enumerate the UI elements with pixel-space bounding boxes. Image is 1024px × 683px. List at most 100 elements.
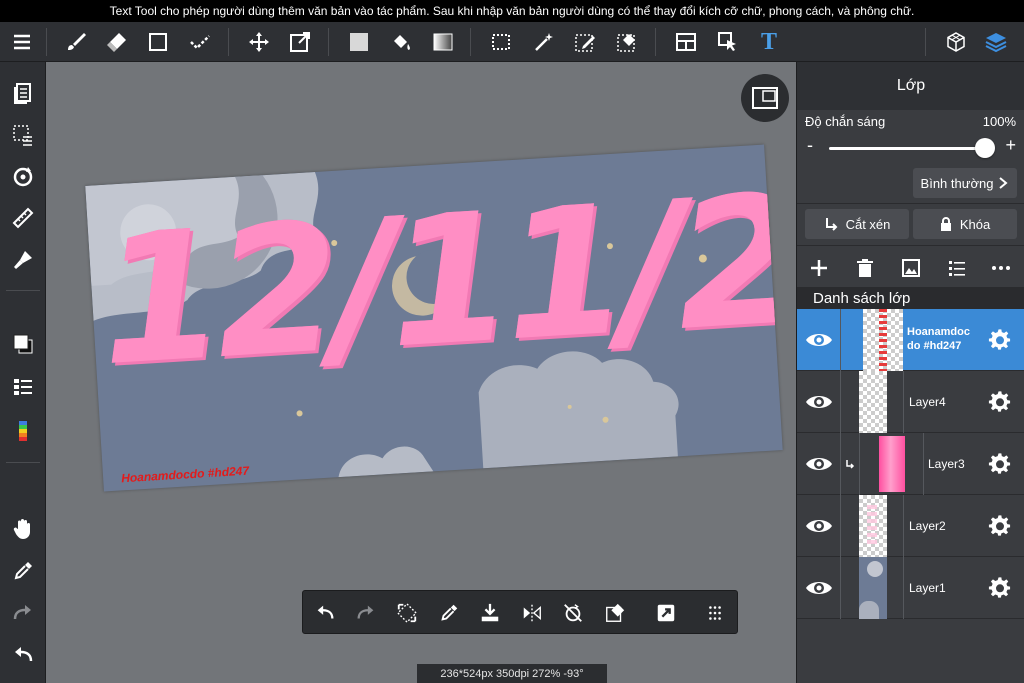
add-layer-button[interactable]: [805, 254, 833, 282]
layer-divider: [840, 309, 841, 371]
move-tool-button[interactable]: [243, 26, 275, 58]
artwork-canvas[interactable]: 12/11/2021 Hoanamdocdo #hd247: [85, 144, 783, 492]
text-tool-icon: T: [760, 29, 777, 55]
pages-button[interactable]: [6, 76, 40, 110]
navigator-icon: [752, 87, 778, 109]
color-palette-button[interactable]: [6, 414, 40, 448]
lock-button[interactable]: Khóa: [913, 209, 1017, 239]
opacity-slider-track[interactable]: [829, 147, 985, 150]
layer-settings-button[interactable]: [987, 513, 1013, 539]
left-toolbar: [0, 62, 46, 683]
quick-transform-button[interactable]: [391, 597, 423, 629]
quick-eyedropper-button[interactable]: [433, 597, 465, 629]
menu-button[interactable]: [6, 26, 38, 58]
ruler-button[interactable]: [6, 201, 40, 235]
fill-color-button[interactable]: [343, 26, 375, 58]
fill-color-icon: [350, 33, 368, 51]
view-toggle-button[interactable]: [741, 74, 789, 122]
grip-icon: [709, 606, 721, 620]
transform-tool-button[interactable]: [284, 26, 316, 58]
layers-button[interactable]: [980, 26, 1012, 58]
save-layer-icon: [481, 603, 499, 622]
bucket-tool-button[interactable]: [385, 26, 417, 58]
layer-settings-button[interactable]: [987, 575, 1013, 601]
opacity-increase-button[interactable]: +: [1005, 136, 1016, 154]
quick-redo-button[interactable]: [350, 597, 382, 629]
layer-settings-button[interactable]: [987, 327, 1013, 353]
select-pen-button[interactable]: [569, 26, 601, 58]
layer-settings-button[interactable]: [987, 389, 1013, 415]
rect-select-button[interactable]: [485, 26, 517, 58]
eye-icon: [806, 582, 832, 594]
layer-settings-button[interactable]: [987, 451, 1013, 477]
quick-export-button[interactable]: [650, 597, 682, 629]
clear-icon: [606, 603, 625, 622]
selection-brush-button[interactable]: [184, 26, 216, 58]
layer-row[interactable]: Layer1: [797, 557, 1024, 619]
magic-wand-button[interactable]: [528, 26, 560, 58]
blend-mode-button[interactable]: Bình thường: [913, 168, 1017, 198]
ruler-icon: [12, 207, 34, 229]
opacity-label: Độ chắn sáng: [805, 114, 886, 129]
layer-divider: [903, 371, 904, 433]
quick-flip-button[interactable]: [516, 597, 548, 629]
layer-name: Layer1: [909, 580, 946, 595]
layer-row[interactable]: Layer4: [797, 371, 1024, 433]
rotate-button[interactable]: [6, 160, 40, 194]
eye-icon: [806, 334, 832, 346]
eyedropper-button[interactable]: [6, 554, 40, 588]
layer-divider: [840, 433, 841, 495]
layer-name: Hoanamdoc do #hd247: [907, 326, 970, 352]
selection-layer-button[interactable]: [6, 118, 40, 152]
image-icon: [902, 259, 920, 277]
redo-button[interactable]: [6, 596, 40, 630]
toolbar-grip-handle[interactable]: [699, 597, 731, 629]
layer-row[interactable]: Layer2: [797, 495, 1024, 557]
brush-tool-button[interactable]: [60, 26, 92, 58]
delete-layer-button[interactable]: [851, 254, 879, 282]
text-tool-button[interactable]: T: [753, 26, 785, 58]
layer-thumbnail: [863, 309, 903, 371]
opacity-decrease-button[interactable]: -: [807, 136, 813, 154]
visibility-toggle[interactable]: [803, 574, 835, 602]
operation-tool-button[interactable]: [712, 26, 744, 58]
quick-rotate-reset-button[interactable]: [557, 597, 589, 629]
quick-clear-button[interactable]: [599, 597, 631, 629]
select-eraser-button[interactable]: [611, 26, 643, 58]
clipping-button[interactable]: Cắt xén: [805, 209, 909, 239]
shape-tool-button[interactable]: [142, 26, 174, 58]
undo-button[interactable]: [6, 638, 40, 672]
undo-icon: [15, 647, 33, 662]
layer-divider: [840, 557, 841, 619]
canvas-area[interactable]: 12/11/2021 Hoanamdocdo #hd247 236*524px …: [46, 62, 796, 683]
layer-properties-list-button[interactable]: [943, 254, 971, 282]
layer-row[interactable]: Hoanamdoc do #hd247: [797, 309, 1024, 371]
hand-tool-button[interactable]: [6, 512, 40, 546]
layer-row[interactable]: Layer3: [797, 433, 1024, 495]
3d-button[interactable]: [940, 26, 972, 58]
frame-divider-button[interactable]: [670, 26, 702, 58]
top-toolbar: T: [0, 22, 1024, 62]
eraser-tool-button[interactable]: [101, 26, 133, 58]
flip-icon: [523, 604, 541, 622]
layer-thumbnail: [879, 436, 905, 492]
visibility-toggle[interactable]: [803, 450, 835, 478]
undo-icon: [317, 605, 334, 619]
gear-icon: [988, 577, 1011, 598]
quick-undo-button[interactable]: [309, 597, 341, 629]
opacity-slider-knob[interactable]: [975, 138, 995, 158]
visibility-toggle[interactable]: [803, 512, 835, 540]
visibility-toggle[interactable]: [803, 326, 835, 354]
export-icon: [657, 604, 675, 622]
gradient-tool-button[interactable]: [427, 26, 459, 58]
layer-list-button[interactable]: [6, 370, 40, 404]
layer-more-button[interactable]: [987, 254, 1015, 282]
quick-save-layer-button[interactable]: [474, 597, 506, 629]
pen-assist-button[interactable]: [6, 243, 40, 277]
eye-icon: [806, 396, 832, 408]
redo-icon: [13, 605, 31, 620]
color-swatch-button[interactable]: [6, 327, 40, 361]
layer-image-button[interactable]: [897, 254, 925, 282]
visibility-toggle[interactable]: [803, 388, 835, 416]
gear-icon: [988, 329, 1011, 350]
